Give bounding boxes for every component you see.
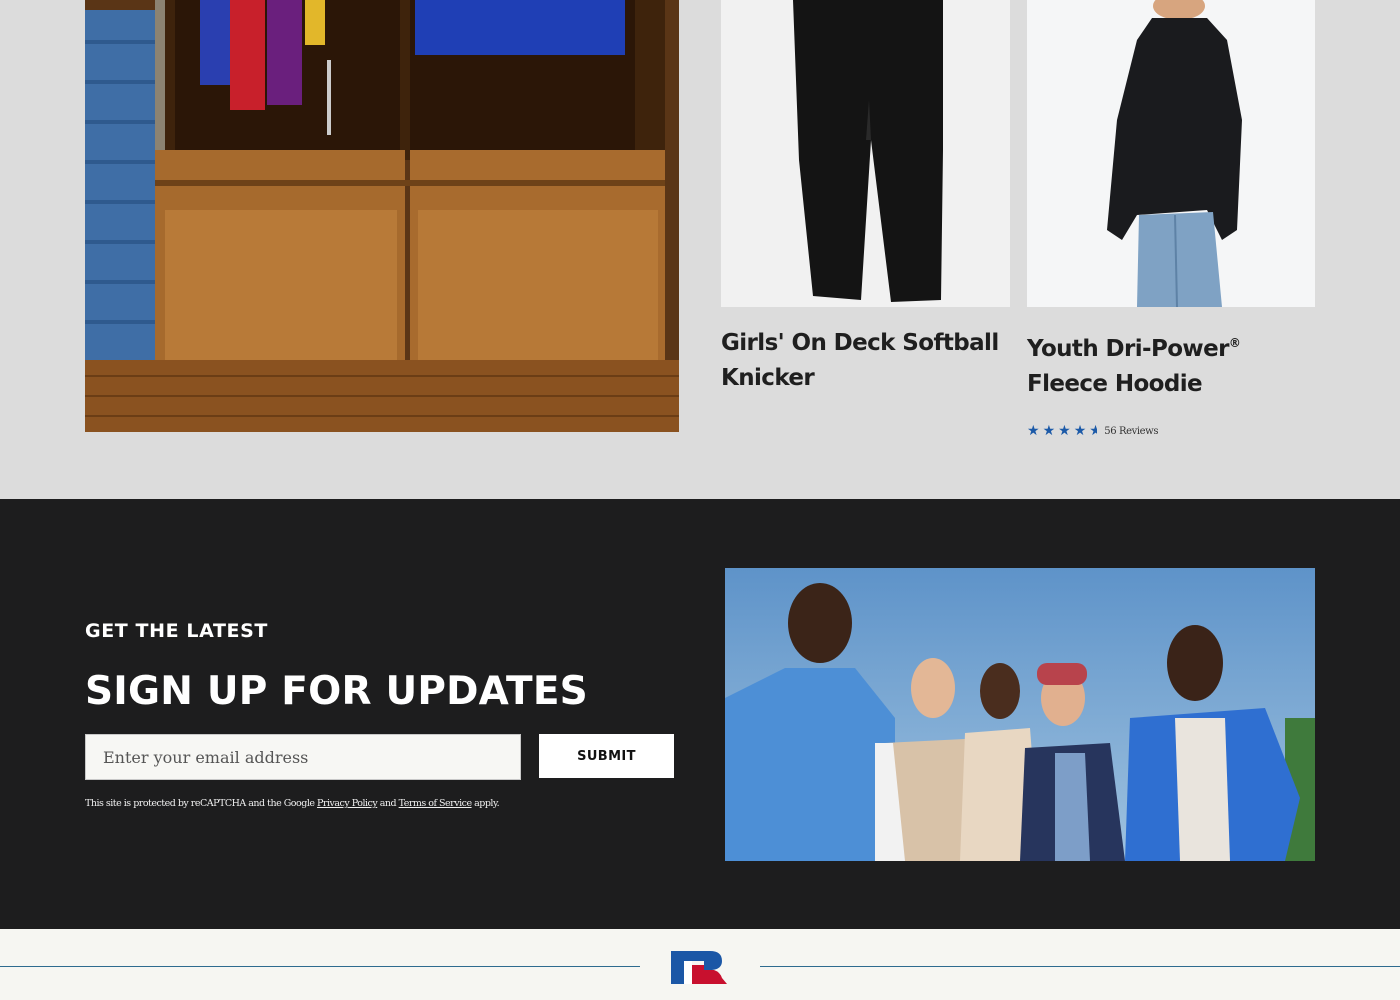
star-icon: ★	[1027, 423, 1040, 439]
product-card[interactable]: Girls' On Deck Softball Knicker	[721, 0, 1010, 396]
divider-line	[760, 966, 1400, 967]
star-icon: ★	[1073, 423, 1087, 439]
russell-r-logo[interactable]	[670, 949, 728, 985]
star-rating: ★ ★ ★ ★ ★	[1027, 424, 1097, 438]
legal-text-and: and	[377, 798, 399, 809]
product-rating[interactable]: ★ ★ ★ ★ ★ 56 Reviews	[1027, 423, 1315, 439]
registered-mark: ®	[1228, 336, 1241, 350]
product-section: Girls' On Deck Softball Knicker Youth Dr…	[0, 0, 1400, 499]
star-icon: ★	[1042, 423, 1056, 439]
signup-eyebrow: GET THE LATEST	[85, 620, 268, 642]
product-image[interactable]	[1027, 0, 1315, 307]
footer	[0, 929, 1400, 1000]
black-softball-pants-image	[721, 0, 1010, 307]
product-card[interactable]: Youth Dri-Power® Fleece Hoodie ★ ★ ★ ★ ★ 56 …	[1027, 0, 1315, 439]
product-title[interactable]: Girls' On Deck Softball Knicker	[721, 326, 1010, 396]
group-photo-illustration	[725, 568, 1315, 861]
product-image[interactable]	[721, 0, 1010, 307]
locker-room-image[interactable]	[85, 0, 679, 432]
product-title[interactable]: Youth Dri-Power® Fleece Hoodie	[1027, 326, 1315, 402]
terms-of-service-link[interactable]: Terms of Service	[399, 798, 472, 809]
product-title-suffix: Fleece Hoodie	[1027, 371, 1203, 397]
reviews-count[interactable]: 56 Reviews	[1104, 426, 1158, 437]
newsletter-signup-section: GET THE LATEST SIGN UP FOR UPDATES SUBMI…	[0, 499, 1400, 929]
signup-headline: SIGN UP FOR UPDATES	[85, 669, 588, 714]
locker-room-illustration	[85, 0, 679, 432]
group-photo-image	[725, 568, 1315, 861]
legal-text-suffix: apply.	[471, 798, 500, 809]
star-icon: ★	[1058, 423, 1071, 439]
submit-button[interactable]: SUBMIT	[539, 734, 674, 778]
star-icon: ★	[1089, 424, 1098, 438]
privacy-policy-link[interactable]: Privacy Policy	[317, 798, 378, 809]
legal-text-prefix: This site is protected by reCAPTCHA and …	[85, 798, 318, 809]
black-hoodie-image	[1027, 0, 1315, 307]
recaptcha-notice: This site is protected by reCAPTCHA and …	[85, 798, 500, 809]
product-title-text: Youth Dri-Power	[1027, 336, 1229, 362]
divider-line	[0, 966, 640, 967]
email-input[interactable]	[85, 734, 521, 780]
